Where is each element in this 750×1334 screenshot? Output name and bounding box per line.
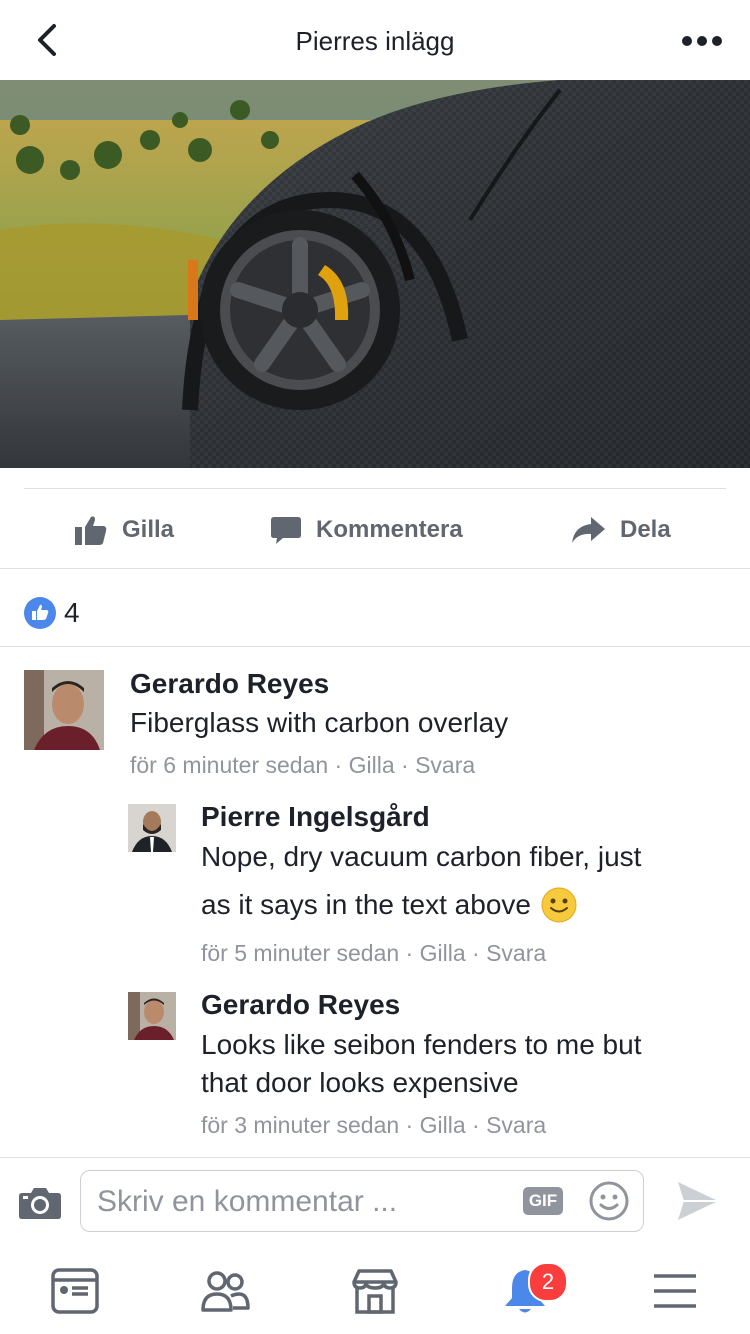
- comment-composer: Skriv en kommentar ... GIF: [0, 1157, 750, 1247]
- share-arrow-icon: [572, 517, 605, 543]
- friends-icon: [201, 1271, 250, 1312]
- comment-label: Kommentera: [316, 516, 463, 543]
- comment-meta: för 5 minuter sedan · Gilla · Svara: [201, 940, 547, 966]
- comment-author[interactable]: Gerardo Reyes: [130, 668, 329, 700]
- comment-text: Fiberglass with carbon overlay: [130, 707, 509, 738]
- top-nav-bar: Pierres inlägg: [0, 0, 750, 81]
- comment-time: för 6 minuter sedan: [130, 752, 329, 778]
- tab-news-feed[interactable]: [50, 1266, 100, 1316]
- tab-menu[interactable]: [650, 1266, 700, 1316]
- person-photo-icon: [24, 670, 104, 750]
- news-feed-icon: [51, 1268, 99, 1314]
- comment-author[interactable]: Pierre Ingelsgård: [201, 801, 430, 833]
- reactions-summary[interactable]: 4: [0, 569, 750, 647]
- comment-reply-link[interactable]: Svara: [415, 752, 475, 778]
- post-photo[interactable]: [0, 80, 750, 468]
- comment-text-line: that door looks expensive: [201, 1067, 519, 1098]
- reaction-count: 4: [64, 597, 80, 628]
- comment-reply-link[interactable]: Svara: [486, 1112, 546, 1138]
- smile-emoji-icon: [541, 887, 577, 923]
- emoji-button[interactable]: [589, 1181, 629, 1226]
- comment-input-placeholder: Skriv en kommentar ...: [97, 1185, 398, 1218]
- comment-button[interactable]: Kommentera: [270, 510, 463, 550]
- send-arrow-icon: [678, 1182, 718, 1220]
- comment-time: för 5 minuter sedan: [201, 940, 400, 966]
- bottom-tab-bar: 2: [0, 1246, 750, 1334]
- hamburger-menu-icon: [654, 1274, 696, 1308]
- like-button[interactable]: Gilla: [74, 510, 174, 550]
- comment-text-line-2: as it says in the text above: [201, 889, 531, 920]
- avatar[interactable]: [128, 804, 176, 852]
- comment-like-link[interactable]: Gilla: [349, 752, 395, 778]
- person-photo-icon: [128, 804, 176, 852]
- notification-count-badge: 2: [528, 1262, 568, 1302]
- camera-button[interactable]: [18, 1186, 62, 1225]
- comment-meta: för 3 minuter sedan · Gilla · Svara: [201, 1112, 547, 1138]
- post-actions-bar: Gilla Kommentera Dela: [0, 490, 750, 569]
- tab-friends[interactable]: [200, 1266, 250, 1316]
- share-label: Dela: [620, 516, 671, 543]
- comment-input[interactable]: Skriv en kommentar ... GIF: [80, 1170, 644, 1232]
- marketplace-icon: [352, 1269, 398, 1314]
- comment-like-link[interactable]: Gilla: [420, 1112, 466, 1138]
- comment-meta: för 6 minuter sedan · Gilla · Svara: [130, 752, 476, 778]
- send-button[interactable]: [676, 1180, 720, 1227]
- comment-reply-link[interactable]: Svara: [486, 940, 546, 966]
- comment-like-link[interactable]: Gilla: [420, 940, 466, 966]
- divider: [24, 488, 726, 489]
- gif-button[interactable]: GIF: [523, 1187, 563, 1215]
- comment-time: för 3 minuter sedan: [201, 1112, 400, 1138]
- camera-icon: [19, 1188, 61, 1219]
- comment-text-line: as it says in the text above: [201, 886, 577, 924]
- like-label: Gilla: [122, 516, 175, 543]
- avatar[interactable]: [128, 992, 176, 1040]
- page-title: Pierres inlägg: [295, 26, 455, 56]
- smiley-icon: [589, 1181, 629, 1221]
- comment-text-line: Nope, dry vacuum carbon fiber, just: [201, 841, 642, 872]
- comment-text-line: Looks like seibon fenders to me but: [201, 1029, 642, 1060]
- car-photo-illustration: [0, 80, 750, 468]
- speech-bubble-icon: [271, 517, 301, 544]
- more-horizontal-icon: [682, 36, 722, 46]
- like-reaction-icon: [24, 597, 56, 629]
- share-button[interactable]: Dela: [570, 510, 671, 550]
- thumbs-up-icon: [75, 516, 107, 545]
- comment-author[interactable]: Gerardo Reyes: [201, 989, 400, 1021]
- avatar[interactable]: [24, 670, 104, 750]
- person-photo-icon: [128, 992, 176, 1040]
- more-options-button[interactable]: [680, 24, 724, 58]
- tab-marketplace[interactable]: [350, 1266, 400, 1316]
